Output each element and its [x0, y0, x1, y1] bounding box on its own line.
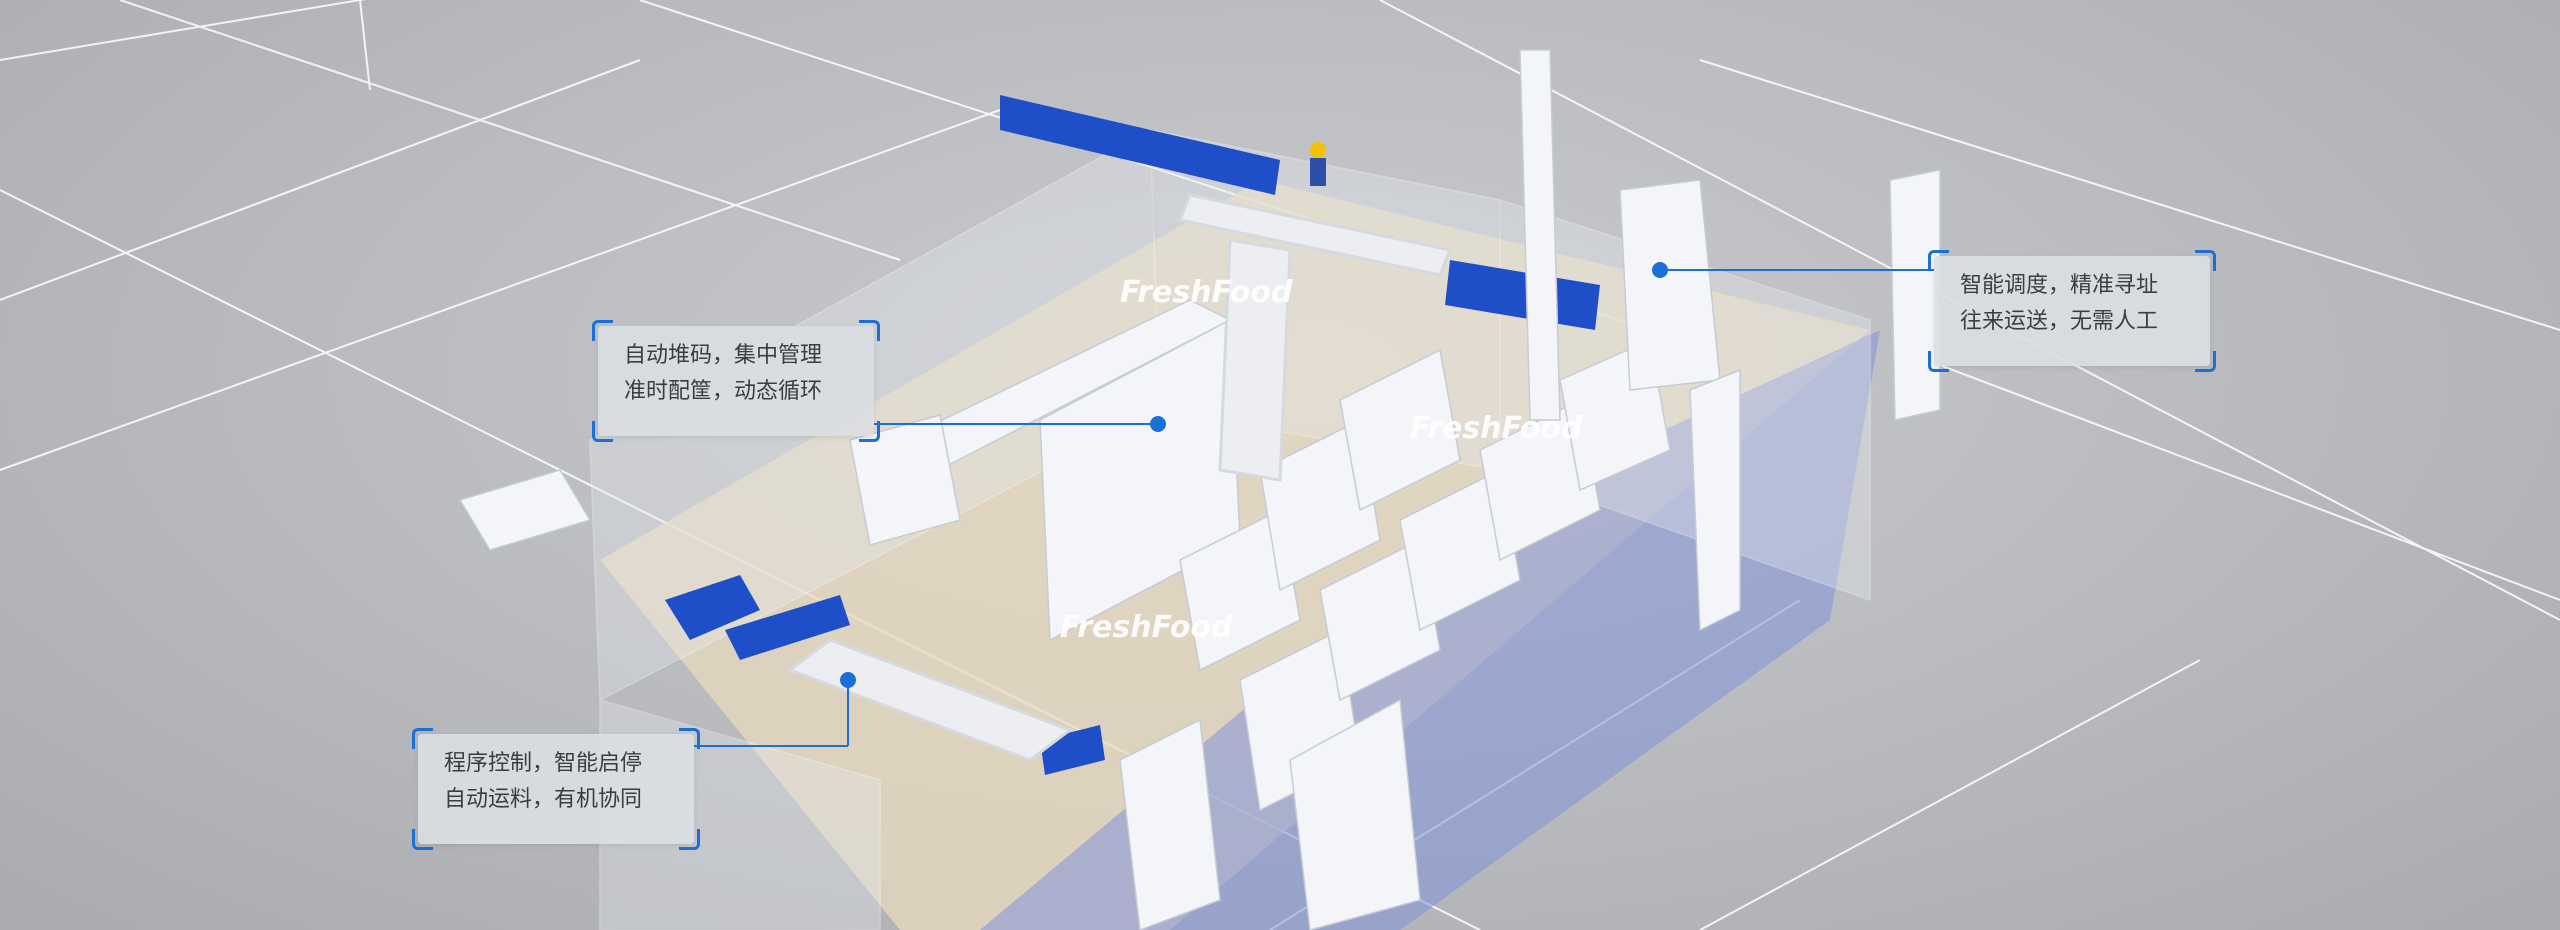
bracket-corner [679, 829, 700, 850]
callout-dispatch: 智能调度，精准寻址 往来运送，无需人工 [1928, 250, 2216, 372]
bracket-corner [859, 421, 880, 442]
bracket-corner [412, 728, 433, 749]
callout-line: 程序控制，智能启停 [444, 751, 643, 776]
bracket-corner [1928, 351, 1949, 372]
callout-line: 自动运料，有机协同 [444, 787, 643, 812]
bracket-corner [412, 829, 433, 850]
callout-line: 往来运送，无需人工 [1960, 309, 2159, 334]
bracket-corner [2195, 351, 2216, 372]
bracket-corner [592, 320, 613, 341]
watermark-logo: FreshFood [1410, 411, 1583, 446]
callout-line: 准时配筐，动态循环 [624, 379, 823, 404]
factory-layout-banner: FreshFood FreshFood FreshFood 自动堆码，集中管理 … [0, 0, 2560, 930]
bracket-corner [2195, 250, 2216, 271]
watermark-logo: FreshFood [1060, 610, 1233, 645]
bracket-corner [1928, 250, 1949, 271]
callout-line: 智能调度，精准寻址 [1960, 273, 2159, 298]
callout-line: 自动堆码，集中管理 [624, 343, 823, 368]
bracket-corner [679, 728, 700, 749]
callout-stacking: 自动堆码，集中管理 准时配筐，动态循环 [592, 320, 880, 442]
bracket-corner [592, 421, 613, 442]
watermark-logo: FreshFood [1120, 275, 1293, 310]
worker-figure [1310, 142, 1326, 186]
callout-control: 程序控制，智能启停 自动运料，有机协同 [412, 728, 700, 850]
bracket-corner [859, 320, 880, 341]
factory-3d-scene: FreshFood FreshFood FreshFood [0, 0, 2560, 930]
